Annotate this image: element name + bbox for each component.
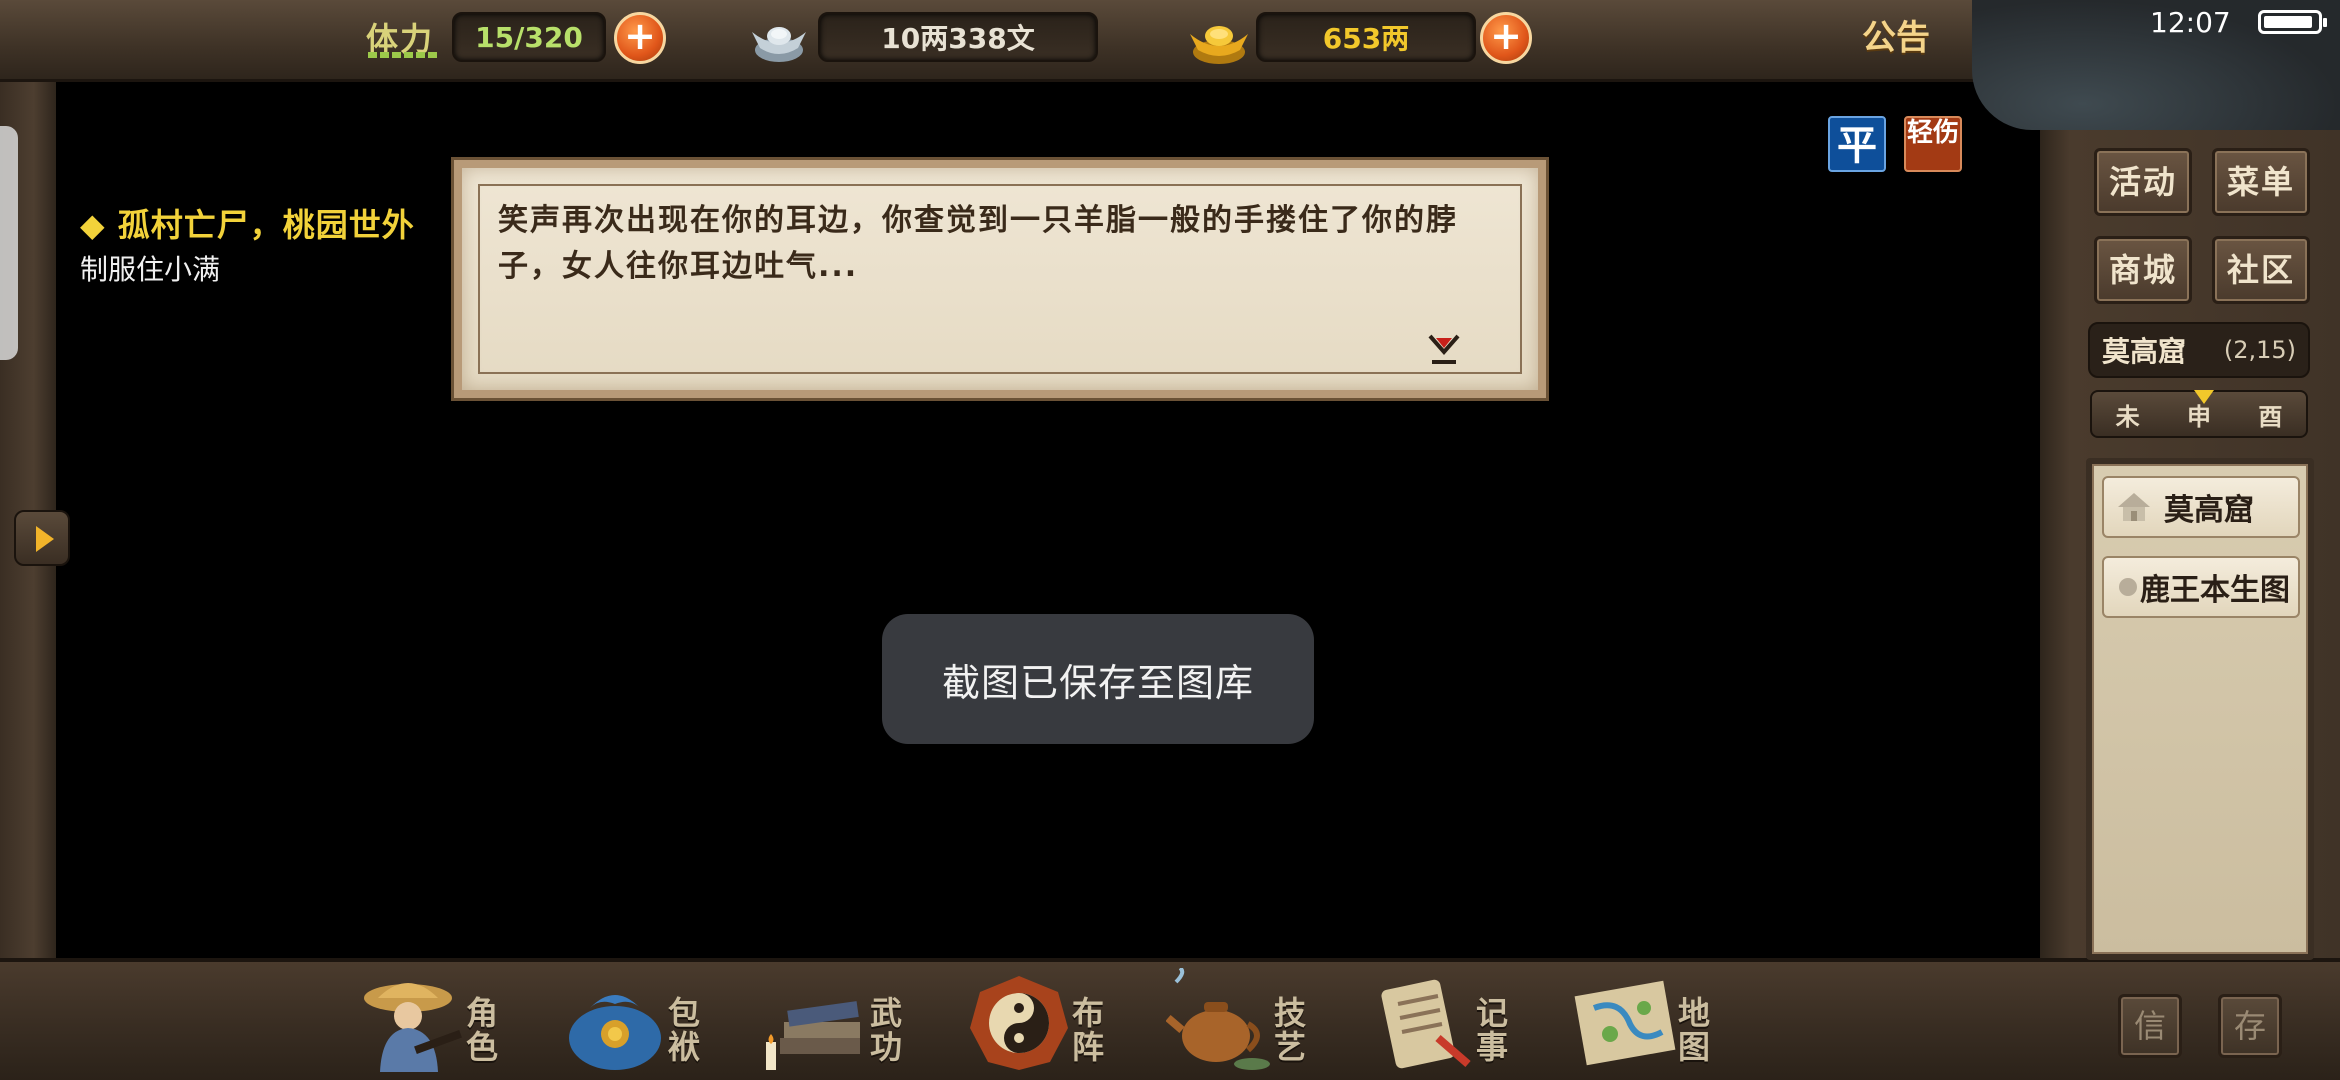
silver-value: 10两338文 xyxy=(818,12,1098,62)
add-stamina-button[interactable]: + xyxy=(614,12,666,64)
activity-button[interactable]: 活动 xyxy=(2094,148,2192,216)
gold-ingot-icon xyxy=(1190,26,1248,64)
location-coordinates: (2,15) xyxy=(2223,336,2296,364)
save-button[interactable]: 存 xyxy=(2218,994,2282,1058)
battery-icon xyxy=(2258,10,2327,34)
journal-icon xyxy=(1381,979,1471,1069)
silver-ingot-icon xyxy=(752,27,806,62)
nav-label: 武功 xyxy=(869,994,902,1066)
nav-label: 技艺 xyxy=(1273,994,1306,1066)
nav-journal[interactable]: 记事 xyxy=(1362,960,1552,1078)
add-gold-button[interactable]: + xyxy=(1480,12,1532,64)
scene-item-label: 鹿王本生图 xyxy=(2140,573,2290,608)
nav-label: 包袱 xyxy=(667,994,700,1066)
nav-label: 记事 xyxy=(1475,994,1508,1066)
quest-title[interactable]: ◆ 孤村亡尸，桃园世外 xyxy=(80,200,415,246)
teapot-icon xyxy=(1166,968,1270,1070)
expand-arrow-button[interactable] xyxy=(14,510,70,566)
scene-item-deer-king-mural[interactable]: 鹿王本生图 xyxy=(2102,556,2300,618)
location-name: 莫高窟 xyxy=(2102,335,2187,368)
notice-button[interactable]: 公告 xyxy=(1862,10,1930,59)
dialog-continue-icon[interactable] xyxy=(1424,328,1464,368)
nav-formation[interactable]: 布阵 xyxy=(958,960,1148,1078)
nav-martial-arts[interactable]: 武功 xyxy=(756,960,946,1078)
dialog-box[interactable]: 笑声再次出现在你的耳边，你查觉到一只羊脂一般的手搂住了你的脖子，女人往你耳边吐气… xyxy=(454,160,1546,398)
community-button[interactable]: 社区 xyxy=(2212,236,2310,304)
mood-calm-badge[interactable]: 平 xyxy=(1828,116,1886,172)
map-icon xyxy=(1574,980,1676,1066)
stamina-dots xyxy=(368,52,438,58)
painting-icon xyxy=(2119,578,2137,596)
mail-button[interactable]: 信 xyxy=(2118,994,2182,1058)
nav-character[interactable]: 角色 xyxy=(352,960,542,1078)
time-marker-icon xyxy=(2194,390,2214,404)
hour-label: 未 xyxy=(2115,402,2140,431)
quest-objective: 制服住小满 xyxy=(80,253,221,286)
nav-label: 角色 xyxy=(465,994,498,1066)
location-display[interactable]: 莫高窟 (2,15) xyxy=(2088,322,2310,378)
bundle-icon xyxy=(569,995,661,1070)
nav-label: 地图 xyxy=(1677,994,1710,1066)
nav-bundle[interactable]: 包袱 xyxy=(554,960,744,1078)
scene-item-mogao-cave[interactable]: 莫高窟 xyxy=(2102,476,2300,538)
gold-value: 653两 xyxy=(1256,12,1476,62)
formation-icon xyxy=(970,976,1068,1070)
character-icon xyxy=(364,983,462,1072)
menu-button[interactable]: 菜单 xyxy=(2212,148,2310,216)
house-icon xyxy=(2118,493,2150,521)
shop-button[interactable]: 商城 xyxy=(2094,236,2192,304)
dialog-text: 笑声再次出现在你的耳边，你查觉到一只羊脂一般的手搂住了你的脖子，女人往你耳边吐气… xyxy=(498,203,1458,284)
nav-map[interactable]: 地图 xyxy=(1564,960,1754,1078)
injury-light-badge[interactable]: 轻伤 xyxy=(1904,116,1962,172)
clock: 12:07 xyxy=(2150,6,2231,39)
side-drawer-handle[interactable] xyxy=(0,126,18,360)
stamina-value: 15/320 xyxy=(452,12,606,62)
nav-label: 布阵 xyxy=(1071,994,1104,1066)
scene-item-label: 莫高窟 xyxy=(2164,493,2254,528)
screenshot-saved-toast: 截图已保存至图库 xyxy=(882,614,1314,744)
martial-arts-icon xyxy=(766,1001,860,1070)
hour-label: 酉 xyxy=(2258,402,2283,431)
nav-skills[interactable]: 技艺 xyxy=(1160,960,1350,1078)
